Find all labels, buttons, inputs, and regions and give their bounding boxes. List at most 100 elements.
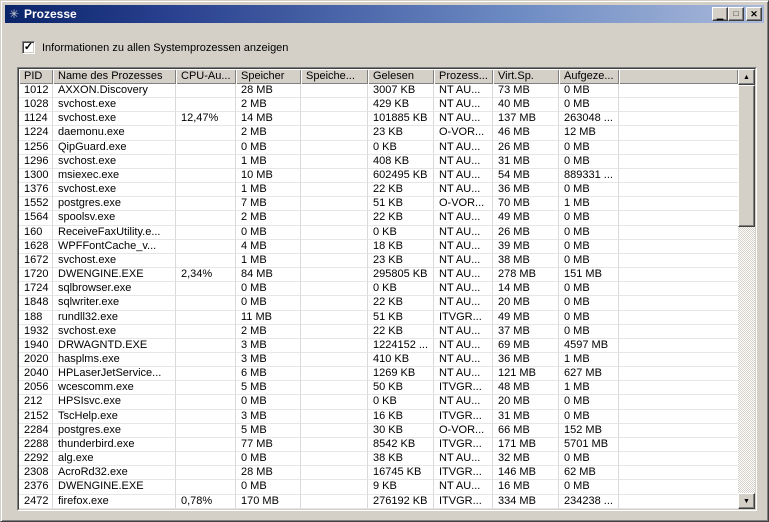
- cell-blank: [619, 126, 738, 140]
- cell-name: svchost.exe: [53, 325, 176, 339]
- cell-speicher: 77 MB: [236, 438, 301, 452]
- cell-name: sqlbrowser.exe: [53, 282, 176, 296]
- cell-name: spoolsv.exe: [53, 211, 176, 225]
- table-row[interactable]: 1672svchost.exe1 MB23 KBNT AU...38 MB0 M…: [19, 254, 738, 268]
- cell-cpu: [176, 282, 236, 296]
- column-header-cpu[interactable]: CPU-Au...: [176, 69, 236, 84]
- cell-cpu: [176, 98, 236, 112]
- cell-prozess: O-VOR...: [434, 126, 493, 140]
- cell-speicher2: [301, 84, 368, 98]
- cell-speicher: 0 MB: [236, 452, 301, 466]
- cell-aufgez: 889331 ...: [559, 169, 619, 183]
- table-row[interactable]: 1256QipGuard.exe0 MB0 KBNT AU...26 MB0 M…: [19, 141, 738, 155]
- table-row[interactable]: 2056wcescomm.exe5 MB50 KBITVGR...48 MB1 …: [19, 381, 738, 395]
- table-row[interactable]: 2020hasplms.exe3 MB410 KBNT AU...36 MB1 …: [19, 353, 738, 367]
- column-header-prozess[interactable]: Prozess...: [434, 69, 493, 84]
- table-row[interactable]: 2152TscHelp.exe3 MB16 KBITVGR...31 MB0 M…: [19, 410, 738, 424]
- table-row[interactable]: 188rundll32.exe11 MB51 KBITVGR...49 MB0 …: [19, 311, 738, 325]
- cell-aufgez: 0 MB: [559, 226, 619, 240]
- column-header-aufgez[interactable]: Aufgeze...: [559, 69, 619, 84]
- table-row[interactable]: 1552postgres.exe7 MB51 KBO-VOR...70 MB1 …: [19, 197, 738, 211]
- table-row[interactable]: 1564spoolsv.exe2 MB22 KBNT AU...49 MB0 M…: [19, 211, 738, 225]
- scroll-up-icon: ▲: [743, 74, 750, 81]
- cell-speicher2: [301, 438, 368, 452]
- cell-blank: [619, 495, 738, 509]
- cell-blank: [619, 296, 738, 310]
- cell-prozess: NT AU...: [434, 226, 493, 240]
- column-header-virtsp[interactable]: Virt.Sp.: [493, 69, 559, 84]
- table-row[interactable]: 2308AcroRd32.exe28 MB16745 KBITVGR...146…: [19, 466, 738, 480]
- table-row[interactable]: 1028svchost.exe2 MB429 KBNT AU...40 MB0 …: [19, 98, 738, 112]
- table-row[interactable]: 1940DRWAGNTD.EXE3 MB1224152 ...NT AU...6…: [19, 339, 738, 353]
- cell-pid: 2056: [19, 381, 53, 395]
- table-row[interactable]: 2376DWENGINE.EXE0 MB9 KBNT AU...16 MB0 M…: [19, 480, 738, 494]
- table-row[interactable]: 1296svchost.exe1 MB408 KBNT AU...31 MB0 …: [19, 155, 738, 169]
- titlebar[interactable]: ✳ Prozesse ▁ □ ✕: [5, 5, 764, 23]
- cell-speicher: 1 MB: [236, 183, 301, 197]
- cell-name: daemonu.exe: [53, 126, 176, 140]
- vertical-scrollbar[interactable]: ▲ ▼: [738, 69, 755, 509]
- cell-prozess: NT AU...: [434, 452, 493, 466]
- cell-virtsp: 121 MB: [493, 367, 559, 381]
- minimize-button[interactable]: ▁: [712, 7, 728, 21]
- cell-virtsp: 73 MB: [493, 84, 559, 98]
- cell-pid: 2040: [19, 367, 53, 381]
- systemprocesses-checkbox[interactable]: ✓: [22, 41, 35, 54]
- cell-name: postgres.exe: [53, 424, 176, 438]
- cell-gelesen: 51 KB: [368, 197, 434, 211]
- maximize-button[interactable]: □: [728, 7, 744, 21]
- table-row[interactable]: 1724sqlbrowser.exe0 MB0 KBNT AU...14 MB0…: [19, 282, 738, 296]
- column-header-speicher[interactable]: Speicher: [236, 69, 301, 84]
- cell-pid: 1012: [19, 84, 53, 98]
- column-header-name[interactable]: Name des Prozesses: [53, 69, 176, 84]
- scroll-up-button[interactable]: ▲: [738, 69, 755, 85]
- cell-speicher2: [301, 296, 368, 310]
- cell-prozess: ITVGR...: [434, 311, 493, 325]
- cell-speicher2: [301, 169, 368, 183]
- table-row[interactable]: 2292alg.exe0 MB38 KBNT AU...32 MB0 MB: [19, 452, 738, 466]
- cell-speicher: 6 MB: [236, 367, 301, 381]
- cell-speicher: 0 MB: [236, 282, 301, 296]
- cell-prozess: NT AU...: [434, 339, 493, 353]
- scrollbar-thumb[interactable]: [738, 85, 755, 227]
- cell-pid: 1672: [19, 254, 53, 268]
- cell-prozess: NT AU...: [434, 367, 493, 381]
- cell-cpu: [176, 395, 236, 409]
- cell-gelesen: 22 KB: [368, 183, 434, 197]
- column-header-pid[interactable]: PID: [19, 69, 53, 84]
- table-row[interactable]: 1300msiexec.exe10 MB602495 KBNT AU...54 …: [19, 169, 738, 183]
- cell-gelesen: 22 KB: [368, 325, 434, 339]
- table-row[interactable]: 1012AXXON.Discovery28 MB3007 KBNT AU...7…: [19, 84, 738, 98]
- table-row[interactable]: 1932svchost.exe2 MB22 KBNT AU...37 MB0 M…: [19, 325, 738, 339]
- cell-aufgez: 4597 MB: [559, 339, 619, 353]
- table-row[interactable]: 2284postgres.exe5 MB30 KBO-VOR...66 MB15…: [19, 424, 738, 438]
- cell-blank: [619, 98, 738, 112]
- column-header-speicher2[interactable]: Speiche...: [301, 69, 368, 84]
- cell-gelesen: 295805 KB: [368, 268, 434, 282]
- cell-name: DWENGINE.EXE: [53, 268, 176, 282]
- cell-name: alg.exe: [53, 452, 176, 466]
- table-row[interactable]: 1848sqlwriter.exe0 MB22 KBNT AU...20 MB0…: [19, 296, 738, 310]
- column-header-gelesen[interactable]: Gelesen: [368, 69, 434, 84]
- table-row[interactable]: 212HPSIsvc.exe0 MB0 KBNT AU...20 MB0 MB: [19, 395, 738, 409]
- scroll-down-button[interactable]: ▼: [738, 493, 755, 509]
- table-row[interactable]: 2472firefox.exe0,78%170 MB276192 KBITVGR…: [19, 495, 738, 509]
- table-row[interactable]: 1224daemonu.exe2 MB23 KBO-VOR...46 MB12 …: [19, 126, 738, 140]
- cell-blank: [619, 240, 738, 254]
- cell-pid: 1940: [19, 339, 53, 353]
- cell-speicher2: [301, 339, 368, 353]
- table-row[interactable]: 1720DWENGINE.EXE2,34%84 MB295805 KBNT AU…: [19, 268, 738, 282]
- systemprocesses-checkbox-label[interactable]: Informationen zu allen Systemprozessen a…: [42, 42, 288, 54]
- cell-blank: [619, 112, 738, 126]
- cell-cpu: [176, 84, 236, 98]
- table-row[interactable]: 2040HPLaserJetService...6 MB1269 KBNT AU…: [19, 367, 738, 381]
- cell-blank: [619, 381, 738, 395]
- table-row[interactable]: 1628WPFFontCache_v...4 MB18 KBNT AU...39…: [19, 240, 738, 254]
- column-header-blank[interactable]: [619, 69, 738, 84]
- table-row[interactable]: 1376svchost.exe1 MB22 KBNT AU...36 MB0 M…: [19, 183, 738, 197]
- table-row[interactable]: 160ReceiveFaxUtility.e...0 MB0 KBNT AU..…: [19, 226, 738, 240]
- table-row[interactable]: 1124svchost.exe12,47%14 MB101885 KBNT AU…: [19, 112, 738, 126]
- close-button[interactable]: ✕: [746, 7, 762, 21]
- scroll-down-icon: ▼: [743, 498, 750, 505]
- table-row[interactable]: 2288thunderbird.exe77 MB8542 KBITVGR...1…: [19, 438, 738, 452]
